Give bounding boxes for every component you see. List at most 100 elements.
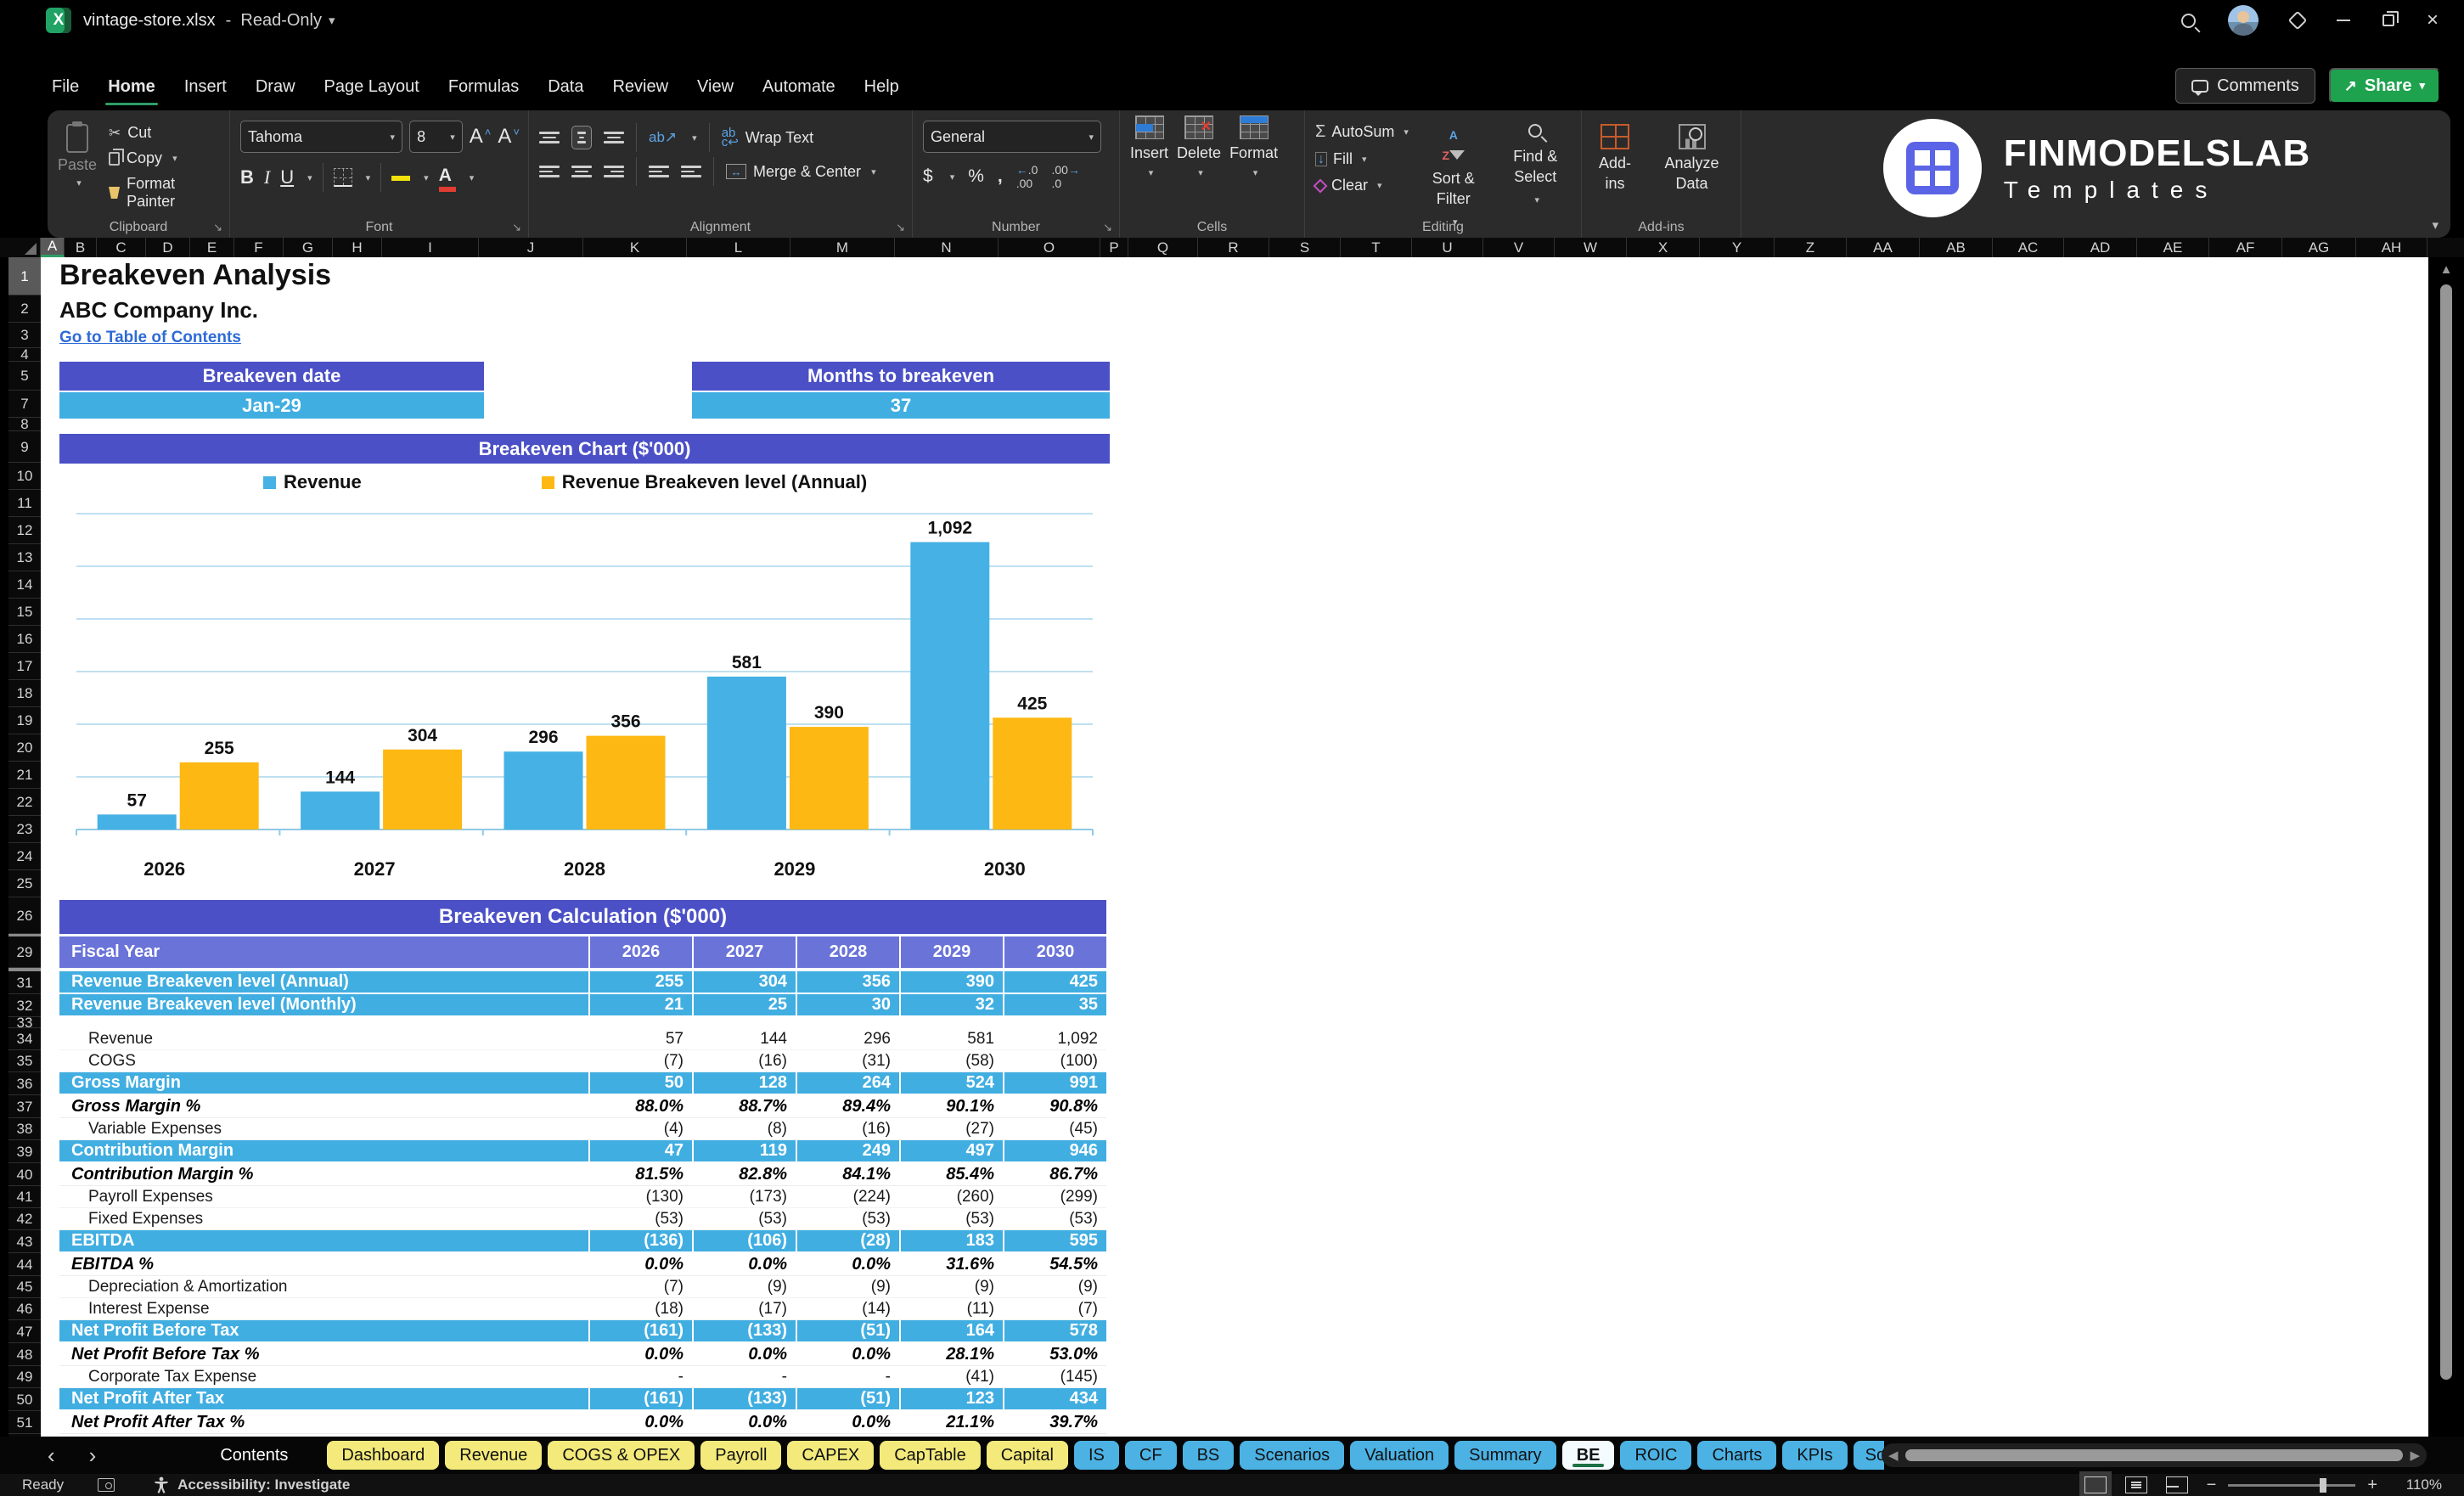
decrease-indent-icon[interactable]: [649, 166, 669, 177]
column-header-T[interactable]: T: [1341, 238, 1412, 257]
table-cell[interactable]: (16): [692, 1050, 796, 1071]
column-header-AE[interactable]: AE: [2137, 238, 2209, 257]
table-cell[interactable]: (8): [692, 1118, 796, 1139]
column-header-AD[interactable]: AD: [2064, 238, 2137, 257]
table-cell[interactable]: 28.1%: [899, 1343, 1003, 1365]
table-cell[interactable]: [588, 1017, 692, 1028]
row-header-48[interactable]: 48: [8, 1343, 41, 1366]
increase-decimal-button[interactable]: ←.0.00: [1016, 163, 1038, 190]
table-cell[interactable]: (53): [899, 1208, 1003, 1229]
row-header-41[interactable]: 41: [8, 1186, 41, 1208]
sheet-tab-dashboard[interactable]: Dashboard: [327, 1441, 440, 1470]
table-cell[interactable]: 81.5%: [588, 1163, 692, 1185]
table-cell[interactable]: (106): [692, 1230, 796, 1251]
table-cell[interactable]: (27): [899, 1118, 1003, 1139]
column-header-S[interactable]: S: [1269, 238, 1341, 257]
normal-view-button[interactable]: [2079, 1471, 2112, 1496]
row-header-50[interactable]: 50: [8, 1388, 41, 1411]
sheet-tab-cogs-opex[interactable]: COGS & OPEX: [548, 1441, 695, 1470]
menu-tab-file[interactable]: File: [37, 70, 93, 104]
table-cell[interactable]: 425: [1003, 971, 1106, 993]
percent-format-button[interactable]: %: [968, 166, 984, 187]
table-cell[interactable]: 31.6%: [899, 1253, 1003, 1275]
column-header-V[interactable]: V: [1483, 238, 1555, 257]
breakeven-date-value[interactable]: Jan-29: [59, 392, 484, 419]
table-cell[interactable]: (299): [1003, 1186, 1106, 1207]
table-cell[interactable]: 524: [899, 1072, 1003, 1094]
underline-button[interactable]: U: [280, 166, 294, 188]
table-cell[interactable]: 434: [1003, 1388, 1106, 1409]
font-dialog-launcher[interactable]: ↘: [512, 221, 521, 234]
comma-format-button[interactable]: ,: [998, 166, 1003, 187]
table-cell[interactable]: 21.1%: [899, 1411, 1003, 1433]
column-header-AC[interactable]: AC: [1993, 238, 2064, 257]
row-header-37[interactable]: 37: [8, 1095, 41, 1118]
currency-format-button[interactable]: $: [923, 166, 933, 187]
row-header-39[interactable]: 39: [8, 1140, 41, 1163]
find-select-button[interactable]: Find & Select ▾: [1499, 121, 1572, 216]
vertical-scrollbar[interactable]: ▲: [2432, 257, 2461, 1437]
column-header-X[interactable]: X: [1627, 238, 1700, 257]
column-header-C[interactable]: C: [97, 238, 146, 257]
table-cell[interactable]: (17): [692, 1298, 796, 1319]
column-header-O[interactable]: O: [999, 238, 1100, 257]
table-cell[interactable]: 0.0%: [588, 1411, 692, 1433]
table-cell[interactable]: -: [796, 1366, 899, 1387]
menu-tab-help[interactable]: Help: [850, 70, 914, 104]
select-all-button[interactable]: [0, 238, 41, 257]
row-header-3[interactable]: 3: [8, 323, 41, 348]
row-header-36[interactable]: 36: [8, 1072, 41, 1095]
table-cell[interactable]: 50: [588, 1072, 692, 1094]
collapse-ribbon-icon[interactable]: ▾: [2432, 217, 2439, 233]
sheet-tab-sc[interactable]: Sc: [1853, 1441, 1884, 1470]
table-cell[interactable]: 32: [899, 994, 1003, 1015]
table-cell[interactable]: 0.0%: [588, 1253, 692, 1275]
sheet-tab-bs[interactable]: BS: [1182, 1441, 1235, 1470]
zoom-out-icon[interactable]: −: [2207, 1476, 2217, 1495]
table-cell[interactable]: 183: [899, 1230, 1003, 1251]
row-header-7[interactable]: 7: [8, 391, 41, 418]
table-cell[interactable]: (7): [588, 1276, 692, 1297]
insert-cells-button[interactable]: Insert ▾: [1130, 115, 1168, 216]
row-header-16[interactable]: 16: [8, 626, 41, 653]
table-cell[interactable]: 578: [1003, 1320, 1106, 1341]
cut-button[interactable]: ✂ Cut: [109, 124, 221, 142]
page-layout-view-button[interactable]: [2124, 1476, 2147, 1493]
row-header-29[interactable]: 29: [8, 936, 41, 968]
format-painter-button[interactable]: Format Painter: [109, 175, 221, 211]
column-header-AH[interactable]: AH: [2356, 238, 2427, 257]
table-cell[interactable]: (53): [692, 1208, 796, 1229]
row-header-33[interactable]: 33: [8, 1015, 41, 1030]
table-cell[interactable]: 0.0%: [588, 1343, 692, 1365]
table-cell[interactable]: (145): [1003, 1366, 1106, 1387]
table-cell[interactable]: (161): [588, 1388, 692, 1409]
table-cell[interactable]: (136): [588, 1230, 692, 1251]
column-header-I[interactable]: I: [382, 238, 479, 257]
row-header-21[interactable]: 21: [8, 762, 41, 789]
sheet-tab-capital[interactable]: Capital: [986, 1441, 1068, 1470]
shrink-font-button[interactable]: A ˅: [498, 125, 520, 149]
column-header-A[interactable]: A: [41, 238, 65, 257]
menu-tab-data[interactable]: Data: [533, 70, 598, 104]
italic-button[interactable]: I: [264, 166, 270, 188]
scroll-up-icon[interactable]: ▲: [2432, 257, 2461, 277]
row-header-24[interactable]: 24: [8, 843, 41, 870]
align-center-icon[interactable]: [571, 166, 592, 177]
table-cell[interactable]: (53): [1003, 1208, 1106, 1229]
column-header-F[interactable]: F: [234, 238, 284, 257]
table-cell[interactable]: (53): [588, 1208, 692, 1229]
row-header-22[interactable]: 22: [8, 789, 41, 816]
zoom-level[interactable]: 110%: [2396, 1476, 2442, 1493]
row-header-20[interactable]: 20: [8, 734, 41, 762]
delete-cells-button[interactable]: Delete▾: [1177, 115, 1221, 216]
row-header-38[interactable]: 38: [8, 1118, 41, 1140]
sheet-tab-kpis[interactable]: KPIs: [1782, 1441, 1848, 1470]
column-header-H[interactable]: H: [333, 238, 382, 257]
row-header-23[interactable]: 23: [8, 816, 41, 843]
horizontal-scrollbar[interactable]: ◀ ▶: [1882, 1443, 2427, 1467]
table-cell[interactable]: (51): [796, 1388, 899, 1409]
column-header-AF[interactable]: AF: [2209, 238, 2282, 257]
table-cell[interactable]: (161): [588, 1320, 692, 1341]
sheet-tab-is[interactable]: IS: [1073, 1441, 1119, 1470]
table-cell[interactable]: 581: [899, 1028, 1003, 1049]
